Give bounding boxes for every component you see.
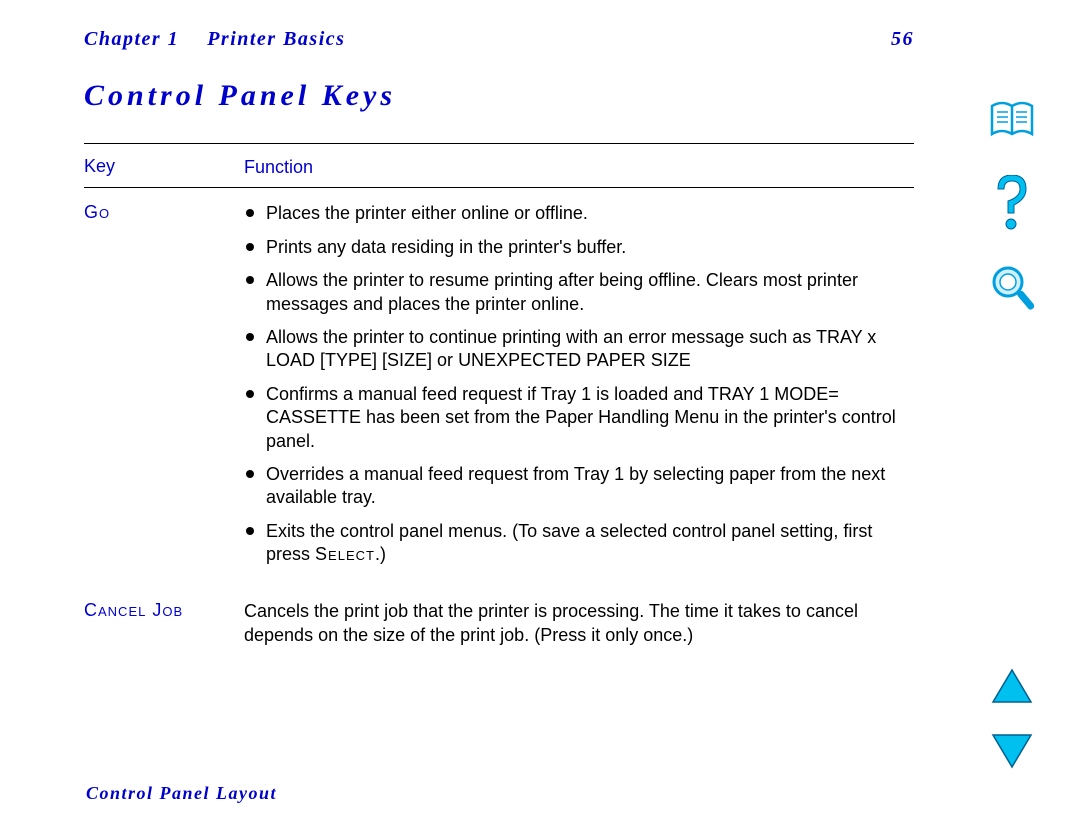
sidebar-tools bbox=[982, 100, 1042, 321]
col-header-function: Function bbox=[244, 156, 914, 179]
list-item: Allows the printer to continue printing … bbox=[244, 326, 914, 373]
search-icon[interactable] bbox=[990, 264, 1034, 321]
page-down-icon[interactable] bbox=[991, 733, 1033, 774]
table-header-row: Key Function bbox=[84, 144, 914, 187]
key-cancel-job: Cancel Job bbox=[84, 600, 183, 620]
list-item: Allows the printer to resume printing af… bbox=[244, 269, 914, 316]
page-up-icon[interactable] bbox=[991, 668, 1033, 709]
key-go: Go bbox=[84, 202, 110, 222]
col-header-key: Key bbox=[84, 156, 244, 177]
table-row: Go Places the printer either online or o… bbox=[84, 188, 914, 576]
list-item: Exits the control panel menus. (To save … bbox=[244, 520, 914, 567]
chapter-title: Printer Basics bbox=[207, 28, 345, 51]
section-title: Control Panel Keys bbox=[84, 79, 1080, 113]
chapter-label: Chapter 1 bbox=[84, 28, 179, 51]
help-icon[interactable] bbox=[992, 175, 1032, 236]
document-page: Chapter 1 Printer Basics 56 Control Pane… bbox=[0, 0, 1080, 834]
book-icon[interactable] bbox=[988, 100, 1036, 147]
list-item: Places the printer either online or offl… bbox=[244, 202, 914, 225]
cancel-job-text: Cancels the print job that the printer i… bbox=[244, 600, 914, 647]
page-number: 56 bbox=[891, 28, 914, 51]
list-item: Overrides a manual feed request from Tra… bbox=[244, 463, 914, 510]
go-bullets: Places the printer either online or offl… bbox=[244, 202, 914, 566]
page-header: Chapter 1 Printer Basics 56 bbox=[84, 28, 914, 51]
list-item: Prints any data residing in the printer'… bbox=[244, 236, 914, 259]
footer-link[interactable]: Control Panel Layout bbox=[86, 783, 277, 804]
nav-arrows bbox=[982, 668, 1042, 774]
list-item: Confirms a manual feed request if Tray 1… bbox=[244, 383, 914, 453]
content-area: Key Function Go Places the printer eithe… bbox=[84, 143, 914, 647]
table-row: Cancel Job Cancels the print job that th… bbox=[84, 576, 914, 647]
